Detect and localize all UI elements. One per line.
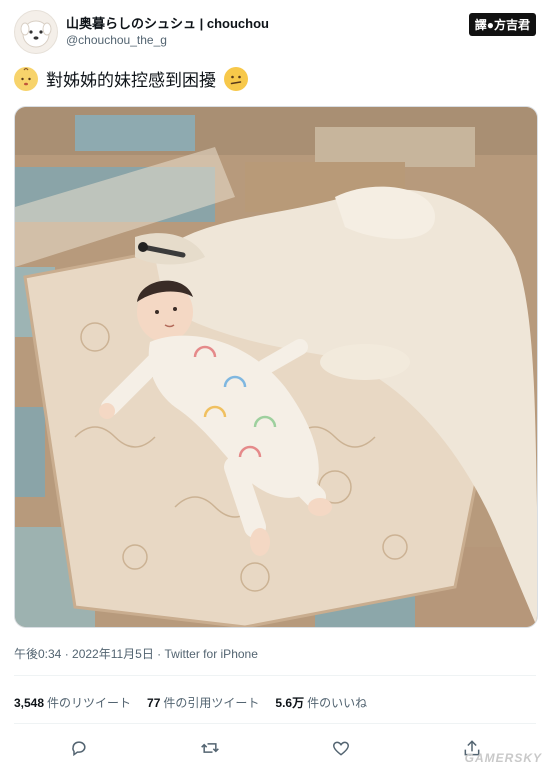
retweets-label: 件のリツイート <box>47 696 132 710</box>
quotes-label: 件の引用ツイート <box>163 696 260 710</box>
photo-illustration <box>15 107 537 627</box>
avatar[interactable] <box>14 10 58 54</box>
likes-stat[interactable]: 5.6万 件のいいね <box>275 694 367 711</box>
display-name[interactable]: 山奥暮らしのシュシュ | chouchou <box>66 13 269 32</box>
baby-emoji-icon <box>14 66 38 91</box>
likes-count: 5.6万 <box>275 696 305 710</box>
confused-face-icon <box>224 66 248 91</box>
retweets-stat[interactable]: 3,548 件のリツイート <box>14 694 131 711</box>
retweets-count: 3,548 <box>14 696 45 710</box>
watermark: GAMERSKY <box>464 751 542 765</box>
user-handle[interactable]: @chouchou_the_g <box>66 33 167 47</box>
reply-icon <box>72 741 86 757</box>
divider <box>14 723 536 724</box>
tweet-photo[interactable] <box>14 106 538 628</box>
retweet-icon <box>201 743 219 753</box>
tweet-text: 對姊姊的妹控感到困擾 <box>14 66 248 91</box>
quotes-count: 77 <box>147 696 161 710</box>
tweet-timestamp[interactable]: 午後0:34 · 2022年11月5日 · Twitter for iPhone <box>14 645 258 662</box>
tweet-body: 對姊姊的妹控感到困擾 <box>46 71 216 90</box>
tweet-stats: 3,548 件のリツイート 77 件の引用ツイート 5.6万 件のいいね <box>14 694 367 711</box>
reply-button[interactable] <box>66 735 92 761</box>
like-button[interactable] <box>328 735 354 761</box>
heart-icon <box>332 741 350 756</box>
quotes-stat[interactable]: 77 件の引用ツイート <box>147 694 259 711</box>
likes-label: 件のいいね <box>307 696 368 710</box>
divider <box>14 675 536 676</box>
retweet-button[interactable] <box>197 735 223 761</box>
translator-badge: 譯●方吉君 <box>468 13 536 36</box>
